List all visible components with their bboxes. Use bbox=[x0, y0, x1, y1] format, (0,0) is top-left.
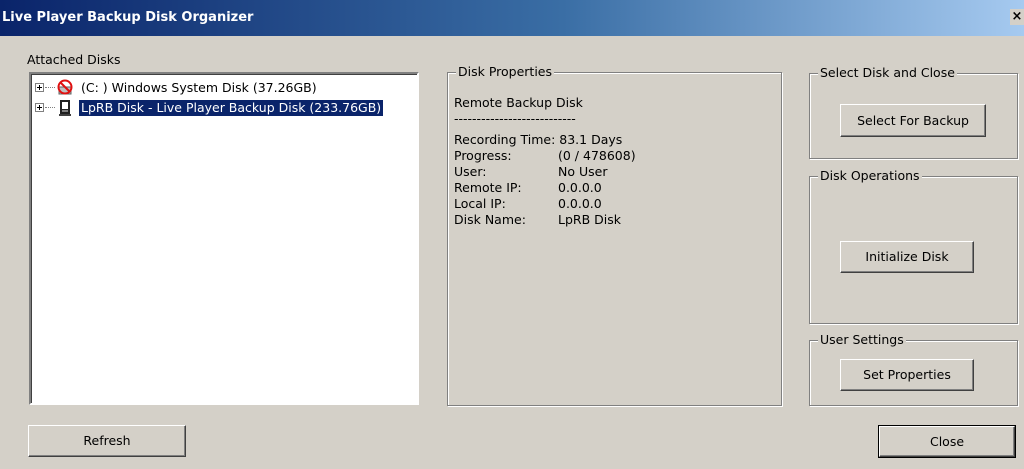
close-button[interactable]: Close bbox=[878, 425, 1016, 458]
initialize-disk-button[interactable]: Initialize Disk bbox=[840, 241, 974, 273]
select-for-backup-button[interactable]: Select For Backup bbox=[840, 104, 986, 137]
window-title: Live Player Backup Disk Organizer bbox=[2, 10, 254, 25]
title-bar: Live Player Backup Disk Organizer × bbox=[0, 0, 1024, 36]
select-disk-group: Select Disk and Close Select For Backup bbox=[809, 65, 1018, 159]
disk-name-key: Disk Name: bbox=[454, 212, 526, 227]
expand-icon[interactable] bbox=[35, 103, 44, 112]
backup-disk-icon bbox=[59, 100, 71, 116]
refresh-button[interactable]: Refresh bbox=[28, 425, 186, 457]
no-entry-disk-icon bbox=[57, 79, 73, 95]
disk-properties-legend: Disk Properties bbox=[456, 64, 554, 79]
disk-name-value: LpRB Disk bbox=[558, 212, 621, 227]
disk-properties-group: Disk Properties Remote Backup Disk -----… bbox=[447, 64, 782, 406]
close-window-icon[interactable]: × bbox=[1010, 9, 1024, 25]
remote-ip-key: Remote IP: bbox=[454, 180, 522, 195]
separator-line: --------------------------- bbox=[454, 111, 576, 126]
tree-item-label: LpRB Disk - Live Player Backup Disk (233… bbox=[79, 100, 384, 116]
progress-key: Progress: bbox=[454, 148, 512, 163]
local-ip-key: Local IP: bbox=[454, 196, 506, 211]
recording-time: Recording Time: 83.1 Days bbox=[454, 132, 623, 147]
select-disk-legend: Select Disk and Close bbox=[818, 65, 957, 80]
remote-ip-value: 0.0.0.0 bbox=[558, 180, 602, 195]
tree-item-system-disk[interactable]: (C: ) Windows System Disk (37.26GB) bbox=[35, 79, 415, 97]
user-value: No User bbox=[558, 164, 608, 179]
user-settings-legend: User Settings bbox=[818, 332, 906, 347]
set-properties-button[interactable]: Set Properties bbox=[840, 359, 974, 391]
attached-disks-label: Attached Disks bbox=[27, 52, 121, 67]
disk-operations-legend: Disk Operations bbox=[818, 168, 922, 183]
user-key: User: bbox=[454, 164, 487, 179]
local-ip-value: 0.0.0.0 bbox=[558, 196, 602, 211]
disk-type-heading: Remote Backup Disk bbox=[454, 95, 583, 110]
attached-disks-tree[interactable]: (C: ) Windows System Disk (37.26GB) LpRB… bbox=[29, 72, 419, 405]
disk-operations-group: Disk Operations Initialize Disk bbox=[809, 168, 1018, 324]
tree-item-backup-disk[interactable]: LpRB Disk - Live Player Backup Disk (233… bbox=[35, 99, 415, 117]
user-settings-group: User Settings Set Properties bbox=[809, 332, 1018, 406]
progress-value: (0 / 478608) bbox=[558, 148, 636, 163]
tree-item-label: (C: ) Windows System Disk (37.26GB) bbox=[81, 80, 317, 95]
expand-icon[interactable] bbox=[35, 83, 44, 92]
